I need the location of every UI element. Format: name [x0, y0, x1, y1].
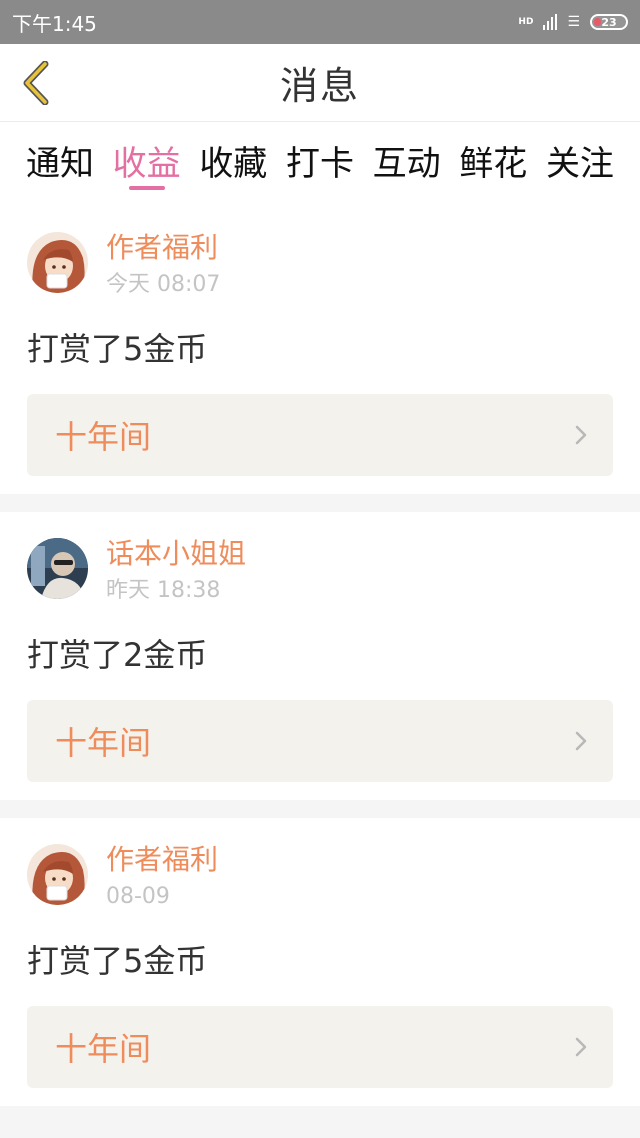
avatar[interactable]: [27, 538, 88, 599]
message-header: 作者福利今天 08:07: [27, 228, 613, 300]
tab-4[interactable]: 互动: [373, 122, 441, 206]
tab-1[interactable]: 收益: [113, 122, 181, 206]
tab-2[interactable]: 收藏: [199, 122, 267, 206]
tab-label: 收藏: [199, 144, 268, 184]
tab-label: 收益: [112, 144, 181, 184]
message-text: 打赏了5金币: [27, 330, 208, 368]
message-list: 作者福利 今天 08:07 打赏了5金币 十年间 话本小姐姐 昨天 18:38 打赏了2金币…: [0, 206, 640, 1106]
message-meta: 作者福利 08-09: [106, 840, 218, 912]
message-card: 话本小姐姐昨天 18:38 打赏了2金币十年间: [0, 512, 640, 800]
message-header: 作者福利 08-09: [27, 840, 613, 912]
nav-bar: 消息: [0, 44, 640, 122]
message-card: 作者福利今天 08:07 打赏了5金币十年间: [0, 206, 640, 494]
tab-label: 打卡: [285, 144, 354, 184]
network-type-label: HD: [518, 17, 534, 27]
message-time: 今天 08:07: [106, 272, 221, 297]
status-bar: 下午1:45 HD ☰ 23: [0, 0, 640, 44]
wifi-icon: ☰: [567, 14, 580, 30]
tab-label: 通知: [26, 144, 94, 184]
battery-icon: 23: [590, 14, 628, 30]
back-arrow-icon: [23, 61, 49, 105]
message-time: 08-09: [106, 884, 170, 909]
page-title: 消息: [279, 64, 360, 108]
avatar[interactable]: [27, 844, 88, 905]
book-link[interactable]: 十年间: [27, 394, 613, 476]
back-button[interactable]: [16, 58, 56, 108]
status-time: 下午1:45: [12, 11, 97, 36]
chevron-right-icon: [575, 1037, 587, 1057]
sender-name[interactable]: 作者福利: [106, 840, 218, 880]
message-text: 打赏了2金币: [27, 636, 208, 674]
message-text: 打赏了5金币: [27, 942, 208, 980]
status-icons: HD ☰ 23: [518, 14, 628, 30]
sender-name[interactable]: 话本小姐姐: [106, 534, 246, 574]
message-meta: 话本小姐姐昨天 18:38: [106, 534, 246, 606]
message-meta: 作者福利今天 08:07: [106, 228, 220, 300]
chevron-right-icon: [575, 425, 587, 445]
tab-bar: 通知 收益 收藏 打卡 互动 鲜花 关注: [0, 122, 640, 206]
tab-label: 互动: [372, 144, 441, 184]
tab-5[interactable]: 鲜花: [459, 122, 527, 206]
active-tab-indicator: [128, 186, 165, 190]
chevron-right-icon: [575, 731, 587, 751]
message-header: 话本小姐姐昨天 18:38: [27, 534, 613, 606]
signal-icon: [543, 14, 558, 30]
tab-label: 鲜花: [459, 144, 528, 184]
message-time: 昨天 18:38: [106, 578, 221, 603]
message-card: 作者福利 08-09 打赏了5金币十年间: [0, 818, 640, 1106]
avatar[interactable]: [27, 232, 88, 293]
battery-level-label: 23: [601, 15, 617, 29]
book-title: 十年间: [55, 418, 152, 456]
book-title: 十年间: [55, 724, 152, 762]
sender-name[interactable]: 作者福利: [106, 228, 220, 268]
book-title: 十年间: [55, 1030, 152, 1068]
tab-0[interactable]: 通知: [26, 122, 94, 206]
tab-3[interactable]: 打卡: [286, 122, 354, 206]
book-link[interactable]: 十年间: [27, 700, 613, 782]
tab-6[interactable]: 关注: [546, 122, 614, 206]
book-link[interactable]: 十年间: [27, 1006, 613, 1088]
tab-label: 关注: [545, 144, 614, 184]
